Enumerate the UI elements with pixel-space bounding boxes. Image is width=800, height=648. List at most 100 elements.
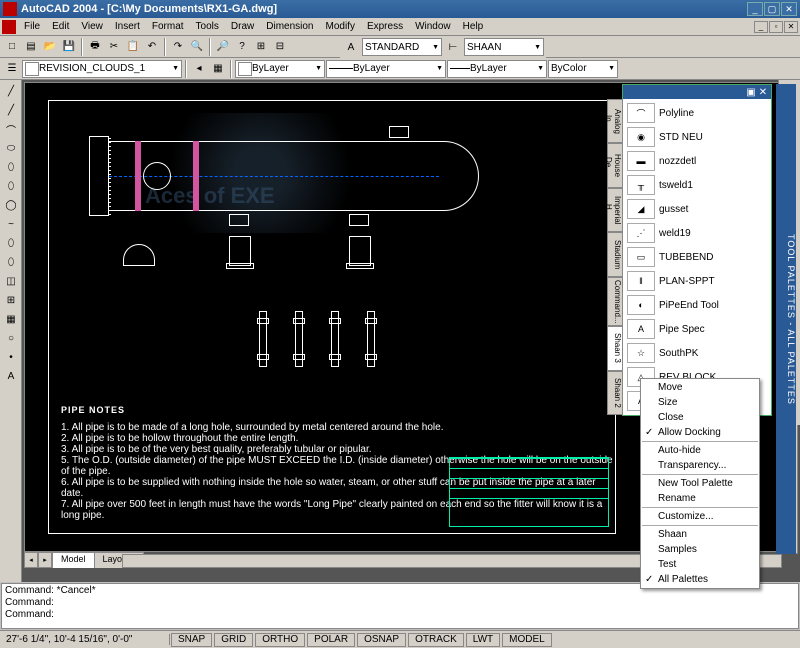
left-tool-9[interactable]: ⬯ <box>2 253 20 271</box>
ctx-all-palettes[interactable]: All Palettes <box>642 572 758 587</box>
menu-draw[interactable]: Draw <box>225 21 260 32</box>
close-button[interactable]: ✕ <box>781 2 797 16</box>
doc-minimize-button[interactable]: _ <box>754 21 768 33</box>
toolbar-button-9[interactable]: 🔍 <box>188 38 206 56</box>
tab-nav-prev[interactable]: ◂ <box>24 552 38 568</box>
toolbar-button-13[interactable]: ⊟ <box>271 38 289 56</box>
left-tool-8[interactable]: ⬯ <box>2 234 20 252</box>
status-osnap[interactable]: OSNAP <box>357 633 406 647</box>
toolbar-button-6[interactable]: 📋 <box>124 38 142 56</box>
left-tool-3[interactable]: ⬭ <box>2 139 20 157</box>
color-dropdown[interactable]: ByLayer▼ <box>235 60 325 78</box>
menu-window[interactable]: Window <box>409 21 457 32</box>
palette-item-southpk[interactable]: ☆SouthPK <box>625 341 769 365</box>
palette-item-pipe-spec[interactable]: APipe Spec <box>625 317 769 341</box>
ctx-customize-[interactable]: Customize... <box>642 509 758 524</box>
toolbar-button-1[interactable]: ▤ <box>22 38 40 56</box>
menu-format[interactable]: Format <box>146 21 190 32</box>
layer-manager-button[interactable]: ☰ <box>3 60 21 78</box>
palette-tab[interactable]: Stadium <box>607 232 623 276</box>
doc-sys-icon[interactable] <box>2 20 16 34</box>
toolbar-button-3[interactable]: 💾 <box>60 38 78 56</box>
palette-tab[interactable]: Shaan 2 <box>607 371 623 415</box>
palette-item-tubebend[interactable]: ▭TUBEBEND <box>625 245 769 269</box>
menu-insert[interactable]: Insert <box>109 21 146 32</box>
status-snap[interactable]: SNAP <box>171 633 212 647</box>
menu-dimension[interactable]: Dimension <box>260 21 319 32</box>
layer-dropdown[interactable]: REVISION_CLOUDS_1▼ <box>22 60 182 78</box>
palette-item-pipeend-tool[interactable]: ◐PiPeEnd Tool <box>625 293 769 317</box>
toolbar-button-7[interactable]: ↶ <box>143 38 161 56</box>
palette-item-polyline[interactable]: ⌒Polyline <box>625 101 769 125</box>
status-lwt[interactable]: LWT <box>466 633 500 647</box>
left-tool-7[interactable]: ~ <box>2 215 20 233</box>
toolbar-button-12[interactable]: ⊞ <box>252 38 270 56</box>
left-tool-14[interactable]: • <box>2 348 20 366</box>
status-grid[interactable]: GRID <box>214 633 253 647</box>
left-tool-2[interactable]: ⌒ <box>2 120 20 138</box>
plotstyle-dropdown[interactable]: ByColor▼ <box>548 60 618 78</box>
textstyle-dropdown[interactable]: STANDARD▼ <box>362 38 442 56</box>
ctx-transparency-[interactable]: Transparency... <box>642 458 758 473</box>
left-tool-13[interactable]: ○ <box>2 329 20 347</box>
linetype-dropdown[interactable]: ByLayer▼ <box>326 60 446 78</box>
minimize-button[interactable]: _ <box>747 2 763 16</box>
palette-item-weld19[interactable]: ⋰weld19 <box>625 221 769 245</box>
menu-express[interactable]: Express <box>361 21 409 32</box>
ctx-test[interactable]: Test <box>642 557 758 572</box>
palette-item-plan-sppt[interactable]: ‖PLAN-SPPT <box>625 269 769 293</box>
left-tool-12[interactable]: ▦ <box>2 310 20 328</box>
palette-props-button[interactable]: ▣ <box>745 87 757 98</box>
ctx-size[interactable]: Size <box>642 395 758 410</box>
toolbar-button-10[interactable]: 🔎 <box>214 38 232 56</box>
menu-tools[interactable]: Tools <box>190 21 225 32</box>
coordinate-display[interactable]: 27'-6 1/4", 10'-4 15/16", 0'-0" <box>0 634 170 645</box>
dimstyle-icon[interactable]: ⊢ <box>444 38 462 56</box>
ctx-allow-docking[interactable]: Allow Docking <box>642 425 758 440</box>
lineweight-dropdown[interactable]: ByLayer▼ <box>447 60 547 78</box>
palette-item-gusset[interactable]: ◢gusset <box>625 197 769 221</box>
palette-tab[interactable]: House De... <box>607 143 623 187</box>
dimstyle-dropdown[interactable]: SHAAN▼ <box>464 38 544 56</box>
toolbar-button-0[interactable]: □ <box>3 38 21 56</box>
toolbar-button-5[interactable]: ✂ <box>105 38 123 56</box>
layer-prev-button[interactable]: ◂ <box>190 60 208 78</box>
left-tool-11[interactable]: ⊞ <box>2 291 20 309</box>
left-tool-1[interactable]: ╱ <box>2 101 20 119</box>
palette-item-tsweld1[interactable]: ╥tsweld1 <box>625 173 769 197</box>
ctx-move[interactable]: Move <box>642 380 758 395</box>
left-tool-6[interactable]: ◯ <box>2 196 20 214</box>
command-window[interactable]: Command: *Cancel* Command: Command: <box>1 583 799 629</box>
ctx-samples[interactable]: Samples <box>642 542 758 557</box>
palette-close-button[interactable]: ✕ <box>757 87 769 98</box>
toolbar-button-4[interactable]: 🖶 <box>86 38 104 56</box>
palette-header[interactable]: ▣ ✕ <box>623 85 771 99</box>
menu-file[interactable]: File <box>18 21 46 32</box>
ctx-shaan[interactable]: Shaan <box>642 527 758 542</box>
ctx-new-tool-palette[interactable]: New Tool Palette <box>642 476 758 491</box>
left-tool-10[interactable]: ◫ <box>2 272 20 290</box>
palette-title-bar[interactable]: TOOL PALETTES - ALL PALETTES <box>776 84 796 554</box>
status-model[interactable]: MODEL <box>502 633 552 647</box>
ctx-auto-hide[interactable]: Auto-hide <box>642 443 758 458</box>
status-otrack[interactable]: OTRACK <box>408 633 464 647</box>
palette-tab[interactable]: Imperial H... <box>607 188 623 232</box>
tab-nav-next[interactable]: ▸ <box>38 552 52 568</box>
menu-view[interactable]: View <box>75 21 109 32</box>
layer-states-button[interactable]: ▦ <box>209 60 227 78</box>
palette-tab[interactable]: Command... <box>607 277 623 327</box>
palette-tab[interactable]: Shaan 3 <box>607 326 623 370</box>
left-tool-4[interactable]: ⬯ <box>2 158 20 176</box>
menu-help[interactable]: Help <box>457 21 490 32</box>
left-tool-15[interactable]: A <box>2 367 20 385</box>
palette-tab[interactable]: Analog In... <box>607 99 623 143</box>
menu-modify[interactable]: Modify <box>320 21 361 32</box>
palette-item-nozzdetl[interactable]: ▬nozzdetl <box>625 149 769 173</box>
tab-model[interactable]: Model <box>52 552 95 568</box>
toolbar-button-8[interactable]: ↷ <box>169 38 187 56</box>
doc-restore-button[interactable]: ▫ <box>769 21 783 33</box>
toolbar-button-2[interactable]: 📂 <box>41 38 59 56</box>
status-polar[interactable]: POLAR <box>307 633 355 647</box>
status-ortho[interactable]: ORTHO <box>255 633 305 647</box>
ctx-rename[interactable]: Rename <box>642 491 758 506</box>
